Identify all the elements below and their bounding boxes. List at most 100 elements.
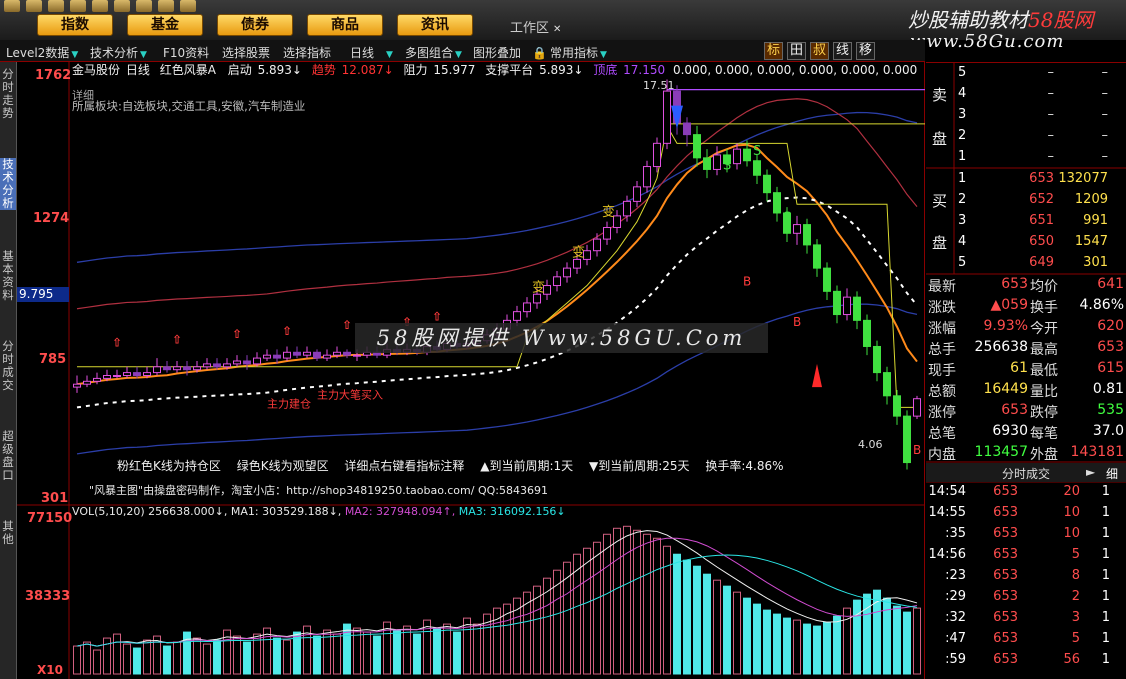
quick-icon-3[interactable] <box>48 0 64 12</box>
tab-intraday-trades[interactable]: 分时成交 <box>0 340 16 392</box>
bid-level: 5 <box>958 255 967 270</box>
toggle-mark[interactable]: 标 <box>764 42 783 60</box>
down-triangle-icon <box>671 105 683 129</box>
menu-select-indicator[interactable]: 选择指标 <box>283 44 331 61</box>
stat-row: 内盘 113457 外盘 143181 <box>926 444 1126 465</box>
menu-multi-chart[interactable]: 多图组合 ▼ <box>405 44 462 61</box>
stat-label: 今开 <box>1030 321 1058 337</box>
stat-label: 最新 <box>928 279 956 295</box>
menu-select-stock[interactable]: 选择股票 <box>222 44 270 61</box>
stat-value: 61 <box>1010 360 1028 376</box>
stat-value: 113457 <box>974 444 1028 460</box>
tick-price: 653 <box>993 568 1018 583</box>
toggle-line[interactable]: 线 <box>833 42 852 60</box>
candle <box>173 360 181 373</box>
quick-icon-5[interactable] <box>92 0 108 12</box>
candle <box>323 349 331 361</box>
volume-bar <box>583 547 591 675</box>
price-label-301: 301 <box>41 491 68 506</box>
menu-overlay[interactable]: 图形叠加 <box>473 44 521 61</box>
hdr-zeros: 0.000, 0.000, 0.000, 0.000, 0.000, 0.000 <box>673 63 917 77</box>
buy-arrow-icon: ⇧ <box>112 335 122 349</box>
candle-body <box>813 244 821 269</box>
candle <box>863 314 871 356</box>
candle-body <box>343 351 351 356</box>
candle-body <box>573 258 581 269</box>
candle-body <box>93 377 101 382</box>
menu-technical-analysis[interactable]: 技术分析 ▼ <box>90 44 147 61</box>
menu-f10[interactable]: F10资料 <box>163 44 209 61</box>
menu-common-indicators[interactable]: 🔒 常用指标 ▼ <box>532 44 607 61</box>
quick-icon-6[interactable] <box>114 0 130 12</box>
candle <box>853 291 861 330</box>
signal-label: B <box>913 443 921 457</box>
news-button[interactable]: 资讯 <box>397 14 473 36</box>
price-label-current: 9.795 <box>19 287 53 301</box>
stat-label: 涨跌 <box>928 300 956 316</box>
ticks-expand-icon[interactable]: ► <box>1086 465 1095 479</box>
stat-label: 总手 <box>928 342 956 358</box>
toggle-grid[interactable]: 田 <box>787 42 806 60</box>
volume-bar <box>393 629 401 675</box>
ask-row-4: 4 – – <box>926 86 1126 107</box>
chart-area[interactable]: ⇧⇧⇧⇧⇧⇧⇧变变变SSSBBB主力建仓主力大笔买入 1762 1274 9.7… <box>17 62 925 679</box>
index-button[interactable]: 指数 <box>37 14 113 36</box>
tick-row: 14:55 653 10 1 <box>926 505 1126 526</box>
bid-row-2: 2 652 1209 <box>926 192 1126 213</box>
candle-body <box>793 224 801 234</box>
volume-bar <box>113 633 121 675</box>
candle <box>913 395 921 420</box>
signal-label: B <box>743 275 751 289</box>
stat-label: 涨停 <box>928 405 956 421</box>
candle <box>263 349 271 361</box>
toggle-rights[interactable]: 叔 <box>810 42 829 60</box>
tab-fundamentals[interactable]: 基本资料 <box>0 250 16 302</box>
tick-count: 1 <box>1101 484 1110 499</box>
tab-intraday[interactable]: 分时走势 <box>0 68 16 120</box>
volume-bar <box>443 623 451 675</box>
stat-label: 现手 <box>928 363 956 379</box>
candle-body <box>593 238 601 252</box>
quick-icon-1[interactable] <box>4 0 20 12</box>
volume-bar <box>133 647 141 675</box>
bid-row-3: 3 651 991 <box>926 213 1126 234</box>
menu-label: 技术分析 <box>90 46 139 60</box>
workspace-menu[interactable]: 工作区 ✕ <box>510 17 561 36</box>
x-icon[interactable]: ✕ <box>553 24 561 35</box>
volume-bar <box>473 623 481 675</box>
tab-other[interactable]: 其他 <box>0 520 16 546</box>
menu-daily[interactable]: 日线 ▼ <box>350 44 393 61</box>
dropdown-arrow-icon: ▼ <box>599 50 607 60</box>
tab-super-panel[interactable]: 超级盘口 <box>0 430 16 482</box>
toggle-move[interactable]: 移 <box>856 42 875 60</box>
volume-bar <box>813 625 821 675</box>
ask-level: 5 <box>958 65 967 80</box>
quick-icon-2[interactable] <box>26 0 42 12</box>
candle-body <box>913 398 921 417</box>
bond-button[interactable]: 债券 <box>217 14 293 36</box>
tick-count: 1 <box>1101 526 1110 541</box>
fund-button[interactable]: 基金 <box>127 14 203 36</box>
stat-label: 最低 <box>1030 363 1058 379</box>
menu-level2[interactable]: Level2数据 ▼ <box>6 44 78 61</box>
commodity-button[interactable]: 商品 <box>307 14 383 36</box>
candle-body <box>353 354 361 357</box>
quick-icon-4[interactable] <box>70 0 86 12</box>
kline-chart[interactable]: ⇧⇧⇧⇧⇧⇧⇧变变变SSSBBB主力建仓主力大笔买入 1762 1274 9.7… <box>17 62 925 679</box>
buy-arrow-icon: ⇧ <box>342 318 352 332</box>
candle-body <box>763 174 771 194</box>
ask-level: 2 <box>958 128 967 143</box>
quick-icon-9[interactable] <box>180 0 196 12</box>
vol-hdr-0: VOL(5,10,20) 256638.000↓, <box>72 505 231 518</box>
candle-body <box>703 157 711 170</box>
candle-body <box>653 142 661 168</box>
ticks-fine-toggle[interactable]: 细 <box>1106 465 1118 482</box>
volume-bar <box>283 639 291 675</box>
quick-icon-7[interactable] <box>136 0 152 12</box>
ask-level: 1 <box>958 149 967 164</box>
tab-technical[interactable]: 技术分析 <box>0 158 16 210</box>
candle-body <box>633 186 641 202</box>
volume-bar <box>333 633 341 675</box>
volume-bar <box>273 637 281 675</box>
quick-icon-8[interactable] <box>158 0 174 12</box>
